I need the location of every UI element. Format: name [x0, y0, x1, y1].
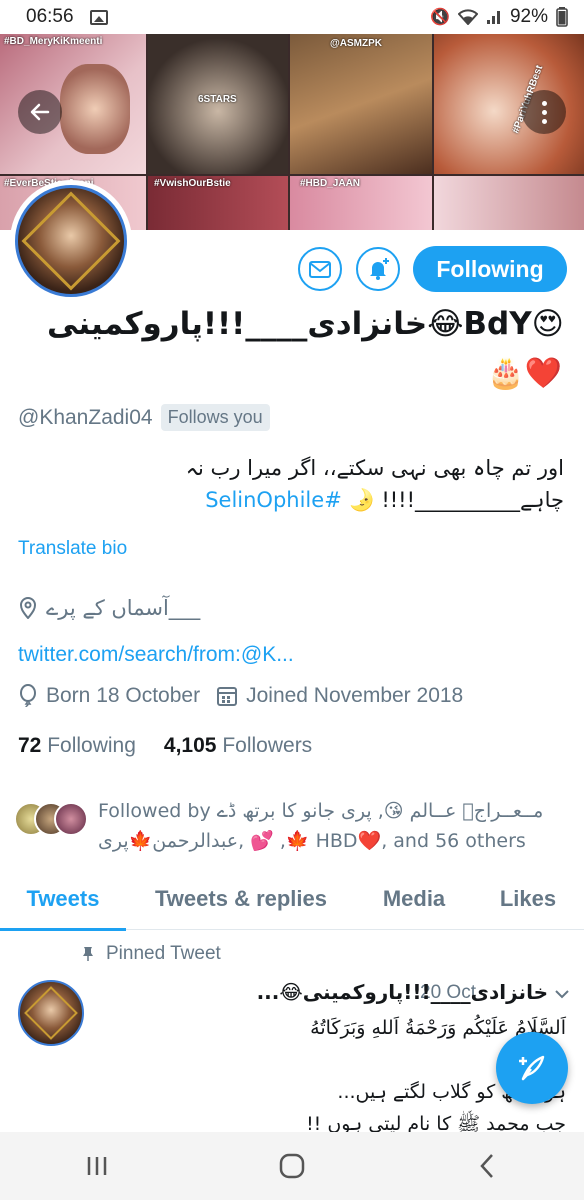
tweet-menu-button[interactable]: [554, 986, 570, 1004]
mute-icon: 🔇: [430, 9, 450, 26]
more-options-button[interactable]: [522, 90, 566, 134]
message-button[interactable]: [298, 247, 342, 291]
compose-tweet-button[interactable]: [496, 1032, 568, 1104]
banner-tile: [434, 176, 584, 230]
username-handle: @KhanZadi04: [18, 405, 153, 429]
location-row: آسماں کے پرے___: [18, 596, 200, 620]
dot-icon: [541, 100, 547, 106]
home-button[interactable]: [262, 1141, 322, 1191]
pin-icon: [83, 947, 93, 961]
status-time: 06:56: [26, 6, 74, 27]
balloon-icon: [20, 684, 36, 708]
avatar: [54, 802, 88, 836]
location-text: آسماں کے پرے___: [46, 596, 201, 620]
followers-count-link[interactable]: 4,105 Followers: [164, 734, 312, 758]
back-nav-button[interactable]: [457, 1141, 517, 1191]
feather-plus-icon: [519, 1055, 545, 1081]
recent-apps-button[interactable]: [67, 1141, 127, 1191]
tweet-author-avatar[interactable]: [18, 980, 84, 1046]
tweet-author-name[interactable]: خانزادی____!!!پاروکمینی😂...: [257, 980, 548, 1004]
recent-apps-icon: [88, 1157, 107, 1175]
status-icons: 🔇 92%: [430, 6, 568, 28]
birthday-text: Born 18 October: [46, 684, 201, 707]
back-button[interactable]: [18, 90, 62, 134]
tab-tweets-replies[interactable]: Tweets & replies: [126, 868, 356, 930]
banner-tile: #VwishOurBstie: [148, 176, 288, 230]
location-pin-icon: [19, 597, 37, 619]
tweet-body: اَلسَّلَامُ عَلَيْكُم وَرَحْمَةُ اَللهِ …: [96, 1012, 566, 1140]
following-button[interactable]: Following: [413, 246, 567, 292]
chevron-down-icon: [555, 990, 569, 999]
gallery-notification-icon: [89, 9, 108, 25]
battery-percent: 92%: [509, 6, 548, 27]
display-name-emoji: 🎂❤️: [487, 356, 562, 391]
tab-tweets[interactable]: Tweets: [0, 868, 126, 931]
wifi-icon: [457, 9, 478, 25]
banner-tile: 6STARS: [148, 34, 288, 174]
back-chevron-icon: [479, 1154, 493, 1178]
bio-hashtag-link[interactable]: #SelinOphile: [205, 488, 342, 512]
profile-bio: اور تم چاہ بھی نہی سکتے،، اگر میرا رب نہ…: [18, 452, 564, 516]
pinned-tweet-label: Pinned Tweet: [82, 943, 221, 965]
tab-likes[interactable]: Likes: [472, 868, 584, 930]
calendar-icon: [217, 687, 238, 706]
tweet-line: ہوں جھ کو گلاب لگتے ہیں...: [337, 1081, 566, 1103]
banner-tile: @ASMZPK: [290, 34, 432, 174]
dot-icon: [541, 109, 547, 115]
home-icon: [279, 1153, 305, 1179]
signal-icon: [486, 9, 502, 25]
display-name: خانزادی____!!!پاروکمینی😂BdY😍: [47, 306, 564, 342]
avatar-image: [15, 185, 127, 297]
banner-tile: #HBD_JAAN: [290, 176, 432, 230]
profile-avatar[interactable]: [10, 180, 132, 302]
battery-icon: [556, 7, 568, 27]
profile-website-link[interactable]: twitter.com/search/from:@K...: [18, 643, 294, 667]
handle-row: @KhanZadi04 Follows you: [18, 404, 270, 431]
following-count-link[interactable]: 72 Following: [18, 734, 136, 758]
follow-counts: 72 Following 4,105 Followers: [18, 734, 312, 758]
followed-by-text: Followed by مــعــراجؔ عــالم 😘, پری جان…: [98, 800, 544, 852]
android-nav-bar: [0, 1132, 584, 1200]
bio-moon-emoji: 🌛: [348, 488, 375, 512]
tweet-line: اَلسَّلَامُ عَلَيْكُم وَرَحْمَةُ اَللهِ …: [310, 1017, 566, 1039]
dates-row: Born 18 October Joined November 2018: [18, 684, 463, 708]
tab-media[interactable]: Media: [356, 868, 472, 930]
envelope-icon: [309, 260, 331, 278]
status-bar: 06:56 🔇 92%: [0, 0, 584, 34]
translate-bio-link[interactable]: Translate bio: [18, 538, 127, 560]
avatar-frame: [24, 986, 78, 1040]
dot-icon: [541, 118, 547, 124]
follows-you-badge: Follows you: [160, 404, 270, 431]
notifications-button[interactable]: [356, 247, 400, 291]
avatar-frame: [21, 191, 121, 291]
bell-plus-icon: [370, 258, 389, 280]
followed-by-row[interactable]: Followed by مــعــراجؔ عــالم 😘, پری جان…: [14, 796, 574, 856]
joined-text: Joined November 2018: [246, 684, 464, 707]
followed-by-avatars: [14, 802, 90, 842]
back-arrow-icon: [30, 103, 50, 121]
profile-tabs: Tweets Tweets & replies Media Likes: [0, 868, 584, 931]
